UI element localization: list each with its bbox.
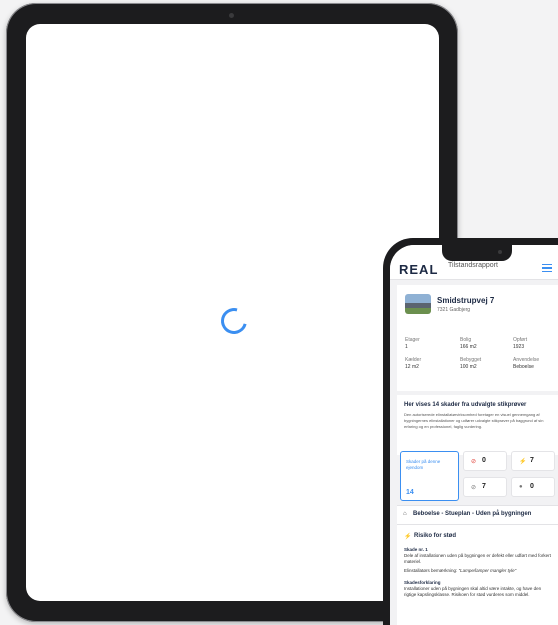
tablet-screen	[26, 24, 439, 601]
fact-built-area: Bebygget 100 m2	[460, 357, 482, 370]
phone-notch	[442, 245, 512, 261]
damage-yellow-count: 7	[530, 457, 534, 464]
installer-remark: Elinstallatørs bemærkning: "Lampe/lamper…	[404, 568, 517, 573]
loading-spinner-icon	[216, 303, 252, 339]
fact-living-area: Bolig 166 m2	[460, 337, 477, 350]
damage-yellow-tile[interactable]: ⚡ 7	[511, 451, 555, 471]
description-card: Her vises 14 skader fra udvalgte stikprø…	[397, 395, 558, 455]
house-photo	[405, 294, 431, 314]
damage-total-label: Skader på denne ejendom	[406, 459, 441, 470]
property-address: Smidstrupvej 7	[437, 296, 495, 305]
fact-basement: Kælder 12 m2	[405, 357, 422, 370]
damage-none-tile[interactable]: ⊘ 7	[463, 477, 507, 497]
damage-text: Dele af installationen uden på bygningen…	[404, 553, 551, 564]
damage-red-tile[interactable]: ⊘ 0	[463, 451, 507, 471]
hamburger-menu-icon[interactable]	[542, 264, 552, 273]
alert-red-icon: ⊘	[471, 459, 477, 465]
phone-device: REAL Tilstandsrapport Smidstrupvej 7 732…	[383, 238, 558, 625]
home-icon: ⌂	[403, 511, 407, 517]
damage-grey-tile[interactable]: ● 0	[511, 477, 555, 497]
fact-usage: Anvendelse Beboelse	[513, 357, 540, 370]
bolt-yellow-icon: ⚡	[519, 459, 527, 465]
top-bar-title: Tilstandsrapport	[448, 262, 498, 269]
damage-red-count: 0	[482, 457, 486, 464]
description-text: Den autoriserede elinstallatørvirksomhed…	[404, 412, 544, 429]
no-symbol-icon: ⊘	[471, 485, 477, 491]
info-grey-icon: ●	[519, 484, 523, 490]
risk-title: Risiko for stød	[414, 533, 457, 539]
damage-total-tile[interactable]: Skader på denne ejendom 14	[400, 451, 459, 501]
phone-screen: REAL Tilstandsrapport Smidstrupvej 7 732…	[390, 245, 558, 625]
property-city: 7321 Gadbjerg	[437, 307, 471, 313]
fact-built-year: Opført 1923	[513, 337, 528, 350]
damage-total-count: 14	[406, 489, 414, 496]
explanation-text: Installationer uden på bygningen skal al…	[404, 586, 542, 597]
notch-camera	[498, 250, 502, 254]
brand-logo[interactable]: REAL	[399, 262, 438, 277]
description-title: Her vises 14 skader fra udvalgte stikprø…	[404, 402, 527, 408]
damage-detail: ⚡ Risiko for stød Skade nr. 1 Dele af in…	[397, 525, 558, 625]
section-title: Beboelse - Stueplan - Uden på bygningen	[413, 511, 532, 517]
location-section-header[interactable]: ⌂ Beboelse - Stueplan - Uden på bygninge…	[397, 505, 558, 525]
damage-none-count: 7	[482, 483, 486, 490]
bolt-icon: ⚡	[404, 534, 412, 540]
property-card: Smidstrupvej 7 7321 Gadbjerg Etager 1 Bol…	[397, 285, 558, 391]
fact-floors: Etager 1	[405, 337, 420, 350]
damage-grey-count: 0	[530, 483, 534, 490]
tablet-camera	[229, 13, 234, 18]
